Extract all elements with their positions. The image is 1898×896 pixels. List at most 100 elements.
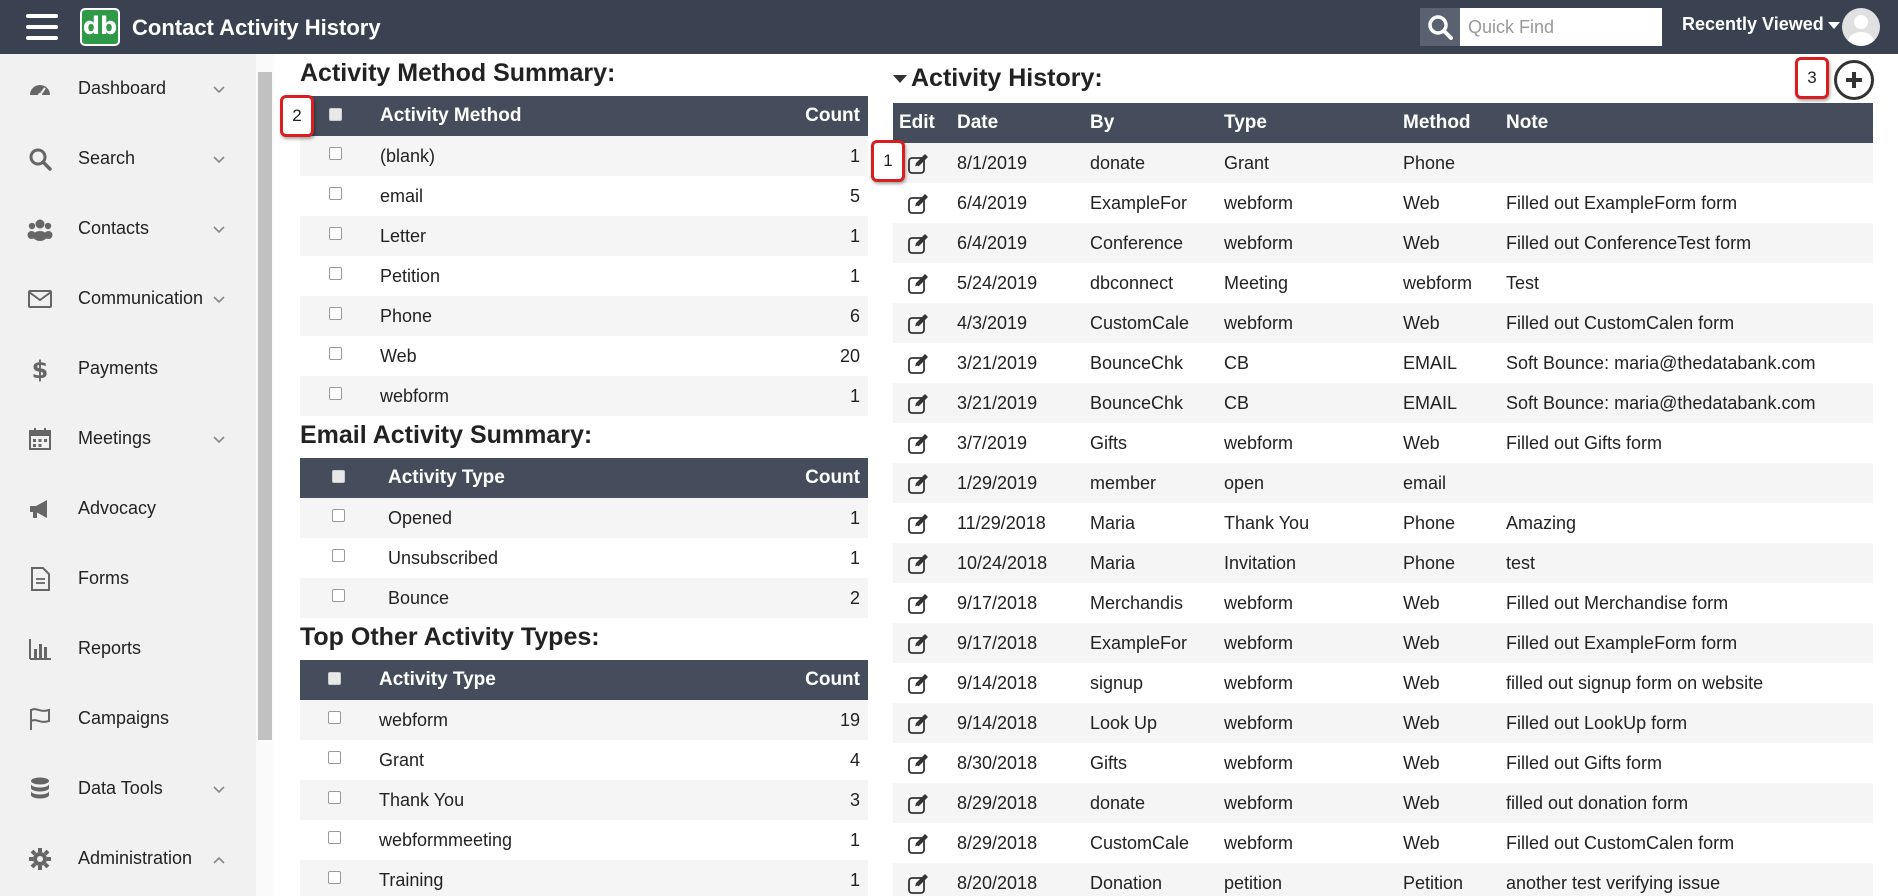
row-checkbox[interactable] [329, 187, 342, 200]
row-checkbox[interactable] [329, 307, 342, 320]
edit-icon[interactable] [907, 713, 929, 735]
edit-icon[interactable] [907, 153, 929, 175]
sidebar-item-communication[interactable]: Communication [0, 264, 256, 334]
edit-icon[interactable] [907, 393, 929, 415]
column-header-date[interactable]: Date [957, 112, 998, 134]
row-checkbox[interactable] [332, 549, 345, 562]
chevron-up-icon[interactable] [212, 852, 226, 864]
hamburger-menu-icon[interactable] [26, 14, 58, 40]
column-header-note[interactable]: Note [1506, 112, 1548, 134]
cell-note: Filled out ExampleForm form [1506, 633, 1738, 653]
sidebar-item-contacts[interactable]: Contacts [0, 194, 256, 264]
row-checkbox[interactable] [328, 871, 341, 884]
select-all-checkbox[interactable] [329, 108, 342, 121]
edit-icon[interactable] [907, 753, 929, 775]
dashboard-icon-glyph [30, 85, 50, 97]
recently-viewed-dropdown[interactable]: Recently Viewed [1682, 14, 1840, 35]
activity-history-toggle[interactable]: Activity History: [893, 64, 1103, 93]
edit-icon[interactable] [907, 273, 929, 295]
sidebar-scrollbar-thumb[interactable] [258, 72, 272, 740]
edit-icon[interactable] [907, 353, 929, 375]
add-activity-button[interactable] [1834, 60, 1874, 100]
megaphone-icon [27, 496, 53, 522]
column-header-count[interactable]: Count [805, 105, 860, 127]
row-checkbox[interactable] [328, 831, 341, 844]
row-checkbox[interactable] [329, 347, 342, 360]
edit-icon[interactable] [907, 793, 929, 815]
cell-by: donate [1090, 793, 1146, 813]
edit-icon[interactable] [907, 233, 929, 255]
flag-icon-glyph [30, 708, 50, 730]
sidebar-item-data-tools[interactable]: Data Tools [0, 754, 256, 824]
dollar-icon-glyph: $ [32, 356, 49, 384]
column-header-count[interactable]: Count [805, 467, 860, 489]
chevron-down-icon[interactable] [212, 222, 226, 234]
chevron-down-icon[interactable] [212, 292, 226, 304]
avatar[interactable] [1842, 8, 1880, 46]
row-count: 1 [849, 226, 860, 246]
edit-icon[interactable] [907, 673, 929, 695]
edit-icon[interactable] [907, 193, 929, 215]
row-count: 1 [849, 548, 860, 568]
cell-note: Filled out ExampleForm form [1506, 193, 1738, 213]
quick-find-button[interactable] [1420, 8, 1460, 46]
edit-icon[interactable] [907, 593, 929, 615]
row-checkbox[interactable] [329, 147, 342, 160]
column-header-name[interactable]: Activity Type [388, 467, 505, 489]
bar-chart-icon [27, 636, 53, 662]
table-row: (blank) 1 [300, 136, 868, 176]
sidebar-item-dashboard[interactable]: Dashboard [0, 54, 256, 124]
column-header-by[interactable]: By [1090, 112, 1114, 134]
chevron-down-icon[interactable] [212, 432, 226, 444]
sidebar-item-forms[interactable]: Forms [0, 544, 256, 614]
row-checkbox[interactable] [329, 387, 342, 400]
column-header-name[interactable]: Activity Method [380, 105, 521, 127]
sidebar-item-label: Data Tools [78, 778, 163, 798]
sidebar-item-reports[interactable]: Reports [0, 614, 256, 684]
edit-icon[interactable] [907, 553, 929, 575]
sidebar-item-advocacy[interactable]: Advocacy [0, 474, 256, 544]
chevron-down-icon[interactable] [212, 82, 226, 94]
row-name: webformmeeting [379, 830, 513, 850]
edit-icon[interactable] [907, 873, 929, 895]
row-count: 20 [839, 346, 860, 366]
sidebar-item-payments[interactable]: $ Payments [0, 334, 256, 404]
table-row: 8/1/2019 donate Grant Phone [893, 143, 1873, 183]
row-checkbox[interactable] [329, 227, 342, 240]
sidebar-item-meetings[interactable]: Meetings [0, 404, 256, 474]
row-checkbox[interactable] [332, 509, 345, 522]
search-icon [1428, 15, 1453, 40]
cell-by: Donation [1090, 873, 1163, 893]
chevron-down-icon[interactable] [212, 782, 226, 794]
column-header-name[interactable]: Activity Type [379, 669, 496, 691]
edit-icon[interactable] [907, 633, 929, 655]
sidebar-item-administration[interactable]: Administration [0, 824, 256, 894]
sidebar-item-search[interactable]: Search [0, 124, 256, 194]
row-checkbox[interactable] [329, 267, 342, 280]
cell-note: Filled out CustomCalen form [1506, 833, 1735, 853]
column-header-edit[interactable]: Edit [899, 112, 935, 134]
chevron-down-icon[interactable] [212, 152, 226, 164]
quick-find-input[interactable] [1460, 8, 1662, 46]
edit-icon[interactable] [907, 833, 929, 855]
edit-icon[interactable] [907, 473, 929, 495]
column-header-type[interactable]: Type [1224, 112, 1267, 134]
edit-glyph [908, 754, 928, 774]
edit-icon[interactable] [907, 433, 929, 455]
edit-icon[interactable] [907, 313, 929, 335]
row-checkbox[interactable] [328, 751, 341, 764]
column-header-count[interactable]: Count [805, 669, 860, 691]
row-checkbox[interactable] [332, 589, 345, 602]
database-icon-glyph [31, 777, 49, 799]
cell-by: member [1090, 473, 1157, 493]
row-checkbox[interactable] [328, 711, 341, 724]
sidebar-item-campaigns[interactable]: Campaigns [0, 684, 256, 754]
select-all-checkbox[interactable] [328, 672, 341, 685]
megaphone-icon-glyph [30, 500, 47, 518]
column-header-method[interactable]: Method [1403, 112, 1471, 134]
document-icon-glyph [31, 567, 50, 591]
edit-icon[interactable] [907, 513, 929, 535]
select-all-checkbox[interactable] [332, 470, 345, 483]
row-checkbox[interactable] [328, 791, 341, 804]
sidebar-item-label: Payments [78, 358, 159, 378]
